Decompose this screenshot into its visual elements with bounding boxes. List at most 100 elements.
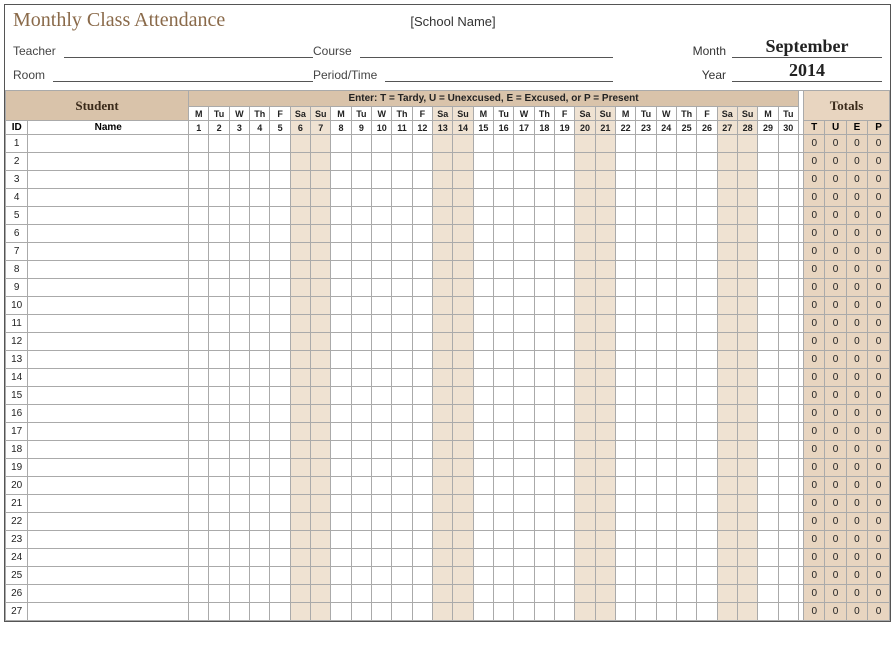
attendance-cell[interactable] — [575, 387, 595, 405]
attendance-cell[interactable] — [758, 531, 778, 549]
attendance-cell[interactable] — [372, 279, 392, 297]
attendance-cell[interactable] — [270, 441, 290, 459]
attendance-cell[interactable] — [514, 549, 534, 567]
attendance-cell[interactable] — [514, 441, 534, 459]
attendance-cell[interactable] — [412, 261, 432, 279]
attendance-cell[interactable] — [392, 225, 412, 243]
attendance-cell[interactable] — [189, 477, 209, 495]
attendance-cell[interactable] — [351, 297, 371, 315]
attendance-cell[interactable] — [737, 261, 757, 279]
attendance-cell[interactable] — [290, 441, 310, 459]
student-name-cell[interactable] — [28, 369, 189, 387]
attendance-cell[interactable] — [697, 189, 717, 207]
attendance-cell[interactable] — [311, 495, 331, 513]
attendance-cell[interactable] — [412, 495, 432, 513]
attendance-cell[interactable] — [758, 567, 778, 585]
attendance-cell[interactable] — [412, 477, 432, 495]
attendance-cell[interactable] — [209, 351, 229, 369]
attendance-cell[interactable] — [311, 405, 331, 423]
attendance-cell[interactable] — [656, 513, 676, 531]
student-name-cell[interactable] — [28, 135, 189, 153]
attendance-cell[interactable] — [778, 603, 798, 621]
attendance-cell[interactable] — [514, 153, 534, 171]
attendance-cell[interactable] — [514, 531, 534, 549]
attendance-cell[interactable] — [372, 495, 392, 513]
attendance-cell[interactable] — [392, 423, 412, 441]
attendance-cell[interactable] — [412, 189, 432, 207]
attendance-cell[interactable] — [311, 477, 331, 495]
attendance-cell[interactable] — [555, 585, 575, 603]
attendance-cell[interactable] — [656, 369, 676, 387]
attendance-cell[interactable] — [656, 549, 676, 567]
attendance-cell[interactable] — [189, 423, 209, 441]
attendance-cell[interactable] — [229, 585, 249, 603]
attendance-cell[interactable] — [534, 333, 554, 351]
attendance-cell[interactable] — [534, 441, 554, 459]
attendance-cell[interactable] — [473, 531, 493, 549]
attendance-cell[interactable] — [555, 297, 575, 315]
attendance-cell[interactable] — [433, 459, 453, 477]
attendance-cell[interactable] — [494, 279, 514, 297]
attendance-cell[interactable] — [514, 315, 534, 333]
attendance-cell[interactable] — [351, 423, 371, 441]
attendance-cell[interactable] — [311, 297, 331, 315]
attendance-cell[interactable] — [514, 207, 534, 225]
attendance-cell[interactable] — [676, 603, 696, 621]
attendance-cell[interactable] — [494, 171, 514, 189]
attendance-cell[interactable] — [656, 603, 676, 621]
attendance-cell[interactable] — [331, 567, 351, 585]
attendance-cell[interactable] — [189, 261, 209, 279]
attendance-cell[interactable] — [189, 459, 209, 477]
attendance-cell[interactable] — [412, 369, 432, 387]
attendance-cell[interactable] — [534, 261, 554, 279]
student-name-cell[interactable] — [28, 261, 189, 279]
attendance-cell[interactable] — [392, 495, 412, 513]
year-value[interactable]: 2014 — [732, 60, 882, 82]
attendance-cell[interactable] — [311, 261, 331, 279]
attendance-cell[interactable] — [453, 423, 473, 441]
attendance-cell[interactable] — [534, 513, 554, 531]
attendance-cell[interactable] — [270, 531, 290, 549]
attendance-cell[interactable] — [229, 495, 249, 513]
attendance-cell[interactable] — [331, 261, 351, 279]
attendance-cell[interactable] — [270, 153, 290, 171]
attendance-cell[interactable] — [514, 243, 534, 261]
attendance-cell[interactable] — [494, 459, 514, 477]
attendance-cell[interactable] — [737, 495, 757, 513]
attendance-cell[interactable] — [656, 351, 676, 369]
attendance-cell[interactable] — [636, 135, 656, 153]
attendance-cell[interactable] — [595, 405, 615, 423]
attendance-cell[interactable] — [697, 297, 717, 315]
attendance-cell[interactable] — [229, 513, 249, 531]
attendance-cell[interactable] — [270, 459, 290, 477]
attendance-cell[interactable] — [189, 333, 209, 351]
attendance-cell[interactable] — [778, 207, 798, 225]
attendance-cell[interactable] — [737, 441, 757, 459]
attendance-cell[interactable] — [270, 495, 290, 513]
attendance-cell[interactable] — [717, 459, 737, 477]
attendance-cell[interactable] — [555, 225, 575, 243]
attendance-cell[interactable] — [433, 585, 453, 603]
attendance-cell[interactable] — [453, 513, 473, 531]
attendance-cell[interactable] — [676, 459, 696, 477]
attendance-cell[interactable] — [595, 225, 615, 243]
attendance-cell[interactable] — [758, 549, 778, 567]
attendance-cell[interactable] — [494, 603, 514, 621]
student-name-cell[interactable] — [28, 405, 189, 423]
attendance-cell[interactable] — [737, 387, 757, 405]
attendance-cell[interactable] — [758, 333, 778, 351]
student-name-cell[interactable] — [28, 189, 189, 207]
attendance-cell[interactable] — [575, 477, 595, 495]
attendance-cell[interactable] — [737, 567, 757, 585]
attendance-cell[interactable] — [676, 495, 696, 513]
student-name-cell[interactable] — [28, 531, 189, 549]
attendance-cell[interactable] — [229, 333, 249, 351]
attendance-cell[interactable] — [209, 405, 229, 423]
attendance-cell[interactable] — [229, 531, 249, 549]
attendance-cell[interactable] — [778, 225, 798, 243]
attendance-cell[interactable] — [636, 405, 656, 423]
attendance-cell[interactable] — [351, 513, 371, 531]
attendance-cell[interactable] — [473, 315, 493, 333]
attendance-cell[interactable] — [778, 261, 798, 279]
attendance-cell[interactable] — [351, 459, 371, 477]
